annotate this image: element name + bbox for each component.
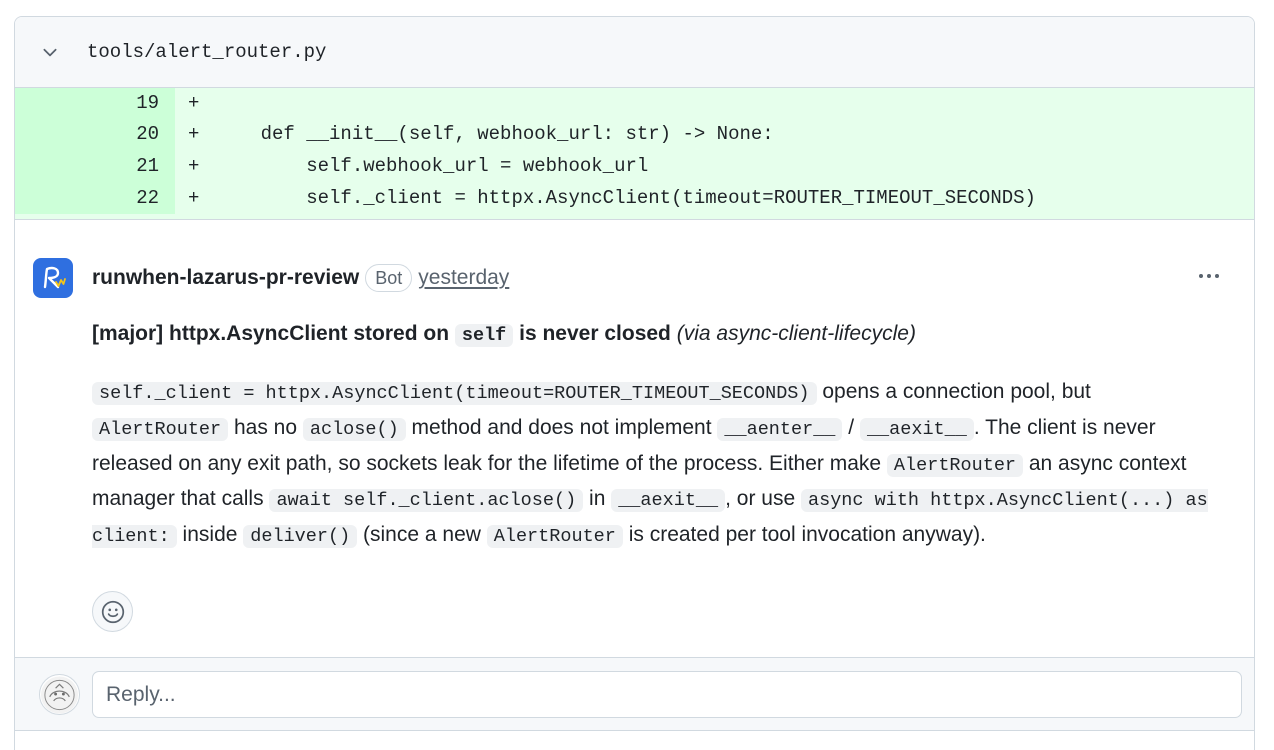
body-text: in bbox=[583, 487, 612, 511]
body-text: / bbox=[842, 415, 860, 439]
line-number[interactable]: 20 bbox=[15, 118, 175, 150]
user-avatar-icon bbox=[40, 675, 79, 714]
body-text: inside bbox=[176, 523, 244, 547]
inline-code: AlertRouter bbox=[486, 525, 623, 549]
add-reaction-button[interactable] bbox=[92, 591, 133, 632]
inline-code: await self._client.aclose() bbox=[269, 489, 584, 513]
bot-logo-icon bbox=[43, 266, 66, 289]
file-path[interactable]: tools/alert_router.py bbox=[87, 41, 326, 63]
diff-marker: + bbox=[188, 155, 200, 177]
line-number[interactable]: 22 bbox=[15, 182, 175, 214]
line-number[interactable]: 21 bbox=[15, 150, 175, 182]
bot-badge: Bot bbox=[365, 264, 413, 292]
comment-title: [major] httpx.AsyncClient stored on self… bbox=[92, 318, 916, 352]
inline-code: __aexit__ bbox=[859, 417, 974, 441]
diff-marker: + bbox=[188, 123, 200, 145]
title-via: (via async-client-lifecycle) bbox=[676, 322, 916, 345]
diff-line: 20 + def __init__(self, webhook_url: str… bbox=[15, 118, 1254, 150]
kebab-dot-icon bbox=[1207, 274, 1211, 278]
comment-timestamp[interactable]: yesterday bbox=[418, 266, 509, 290]
body-text: , or use bbox=[725, 487, 801, 511]
more-options-button[interactable] bbox=[1194, 264, 1224, 288]
comment-body: self._client = httpx.AsyncClient(timeout… bbox=[92, 375, 1232, 554]
kebab-dot-icon bbox=[1199, 274, 1203, 278]
inline-code: __aenter__ bbox=[717, 417, 843, 441]
inline-code: __aexit__ bbox=[611, 489, 726, 513]
inline-code: AlertRouter bbox=[92, 417, 229, 441]
inline-code: aclose() bbox=[302, 417, 406, 441]
inline-code: self bbox=[454, 324, 514, 347]
diff-marker: + bbox=[188, 92, 200, 114]
body-text: has no bbox=[228, 415, 303, 439]
bot-avatar[interactable] bbox=[33, 258, 73, 298]
diff-line: 19 + bbox=[15, 88, 1254, 118]
inline-code: self._client = httpx.AsyncClient(timeout… bbox=[92, 382, 817, 405]
body-text: is created per tool invocation anyway). bbox=[622, 523, 986, 547]
title-suffix: is never closed bbox=[513, 322, 677, 345]
diff-hunk: 19 + 20 + def __init__(self, webhook_url… bbox=[15, 88, 1254, 214]
body-text: method and does not implement bbox=[405, 415, 718, 439]
body-text: (since a new bbox=[357, 523, 487, 547]
title-prefix: [major] httpx.AsyncClient stored on bbox=[92, 322, 455, 345]
reply-input[interactable] bbox=[92, 671, 1242, 718]
reply-area bbox=[15, 657, 1254, 731]
diff-code: self.webhook_url = webhook_url bbox=[215, 155, 649, 177]
file-header: tools/alert_router.py bbox=[15, 17, 1254, 88]
smiley-icon bbox=[101, 600, 124, 623]
comment-header: runwhen-lazarus-pr-review Bot yesterday bbox=[92, 264, 509, 292]
review-thread-panel: tools/alert_router.py 19 + 20 + def __in… bbox=[14, 16, 1255, 750]
review-comment: runwhen-lazarus-pr-review Bot yesterday … bbox=[15, 220, 1254, 657]
kebab-dot-icon bbox=[1215, 274, 1219, 278]
body-text: opens a connection pool, but bbox=[816, 380, 1091, 403]
user-avatar[interactable] bbox=[39, 674, 80, 715]
diff-line: 21 + self.webhook_url = webhook_url bbox=[15, 150, 1254, 182]
diff-marker: + bbox=[188, 187, 200, 209]
inline-code: deliver() bbox=[243, 525, 358, 549]
inline-code: AlertRouter bbox=[886, 453, 1024, 477]
diff-line: 22 + self._client = httpx.AsyncClient(ti… bbox=[15, 182, 1254, 214]
comment-author[interactable]: runwhen-lazarus-pr-review bbox=[92, 266, 359, 290]
diff-code: def __init__(self, webhook_url: str) -> … bbox=[215, 123, 774, 145]
line-number[interactable]: 19 bbox=[15, 88, 175, 118]
diff-code: self._client = httpx.AsyncClient(timeout… bbox=[215, 187, 1036, 209]
chevron-down-icon[interactable] bbox=[39, 41, 61, 63]
